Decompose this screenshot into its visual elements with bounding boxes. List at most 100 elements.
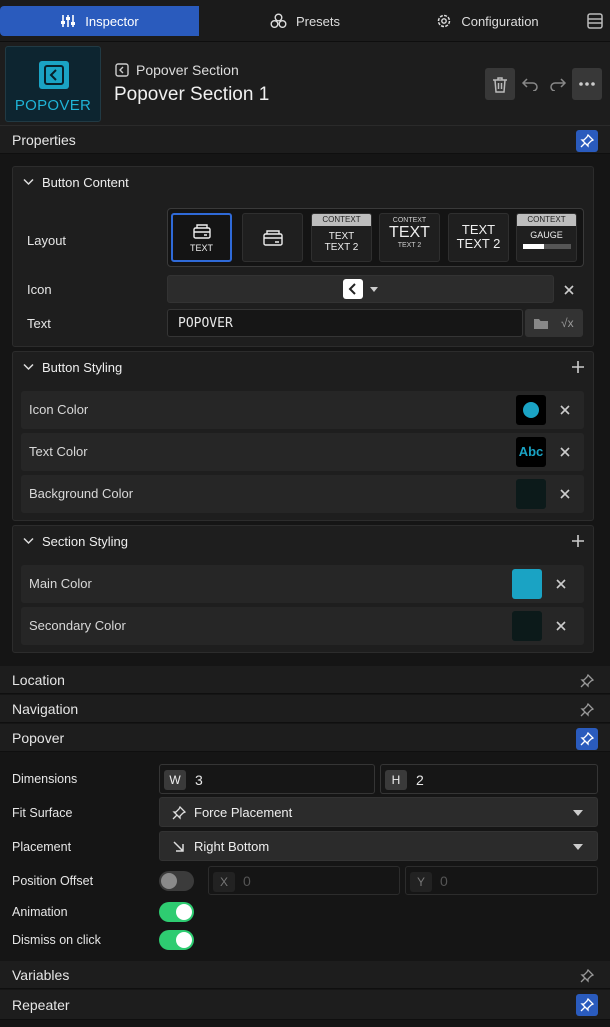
clear-icon[interactable] — [554, 619, 568, 633]
section-properties[interactable]: Properties — [0, 126, 610, 154]
icon-color-swatch[interactable] — [516, 395, 546, 425]
section-title: Popover — [12, 729, 65, 746]
position-offset-toggle[interactable] — [159, 871, 194, 891]
redo-button[interactable] — [543, 68, 573, 100]
section-variables[interactable]: Variables — [0, 961, 610, 989]
section-title: Location — [12, 671, 65, 688]
icon-label: Icon — [27, 282, 52, 297]
pin-button[interactable] — [576, 965, 598, 987]
group-header[interactable]: Button Content — [13, 167, 593, 197]
layout-line1: TEXT — [461, 222, 496, 237]
trash-icon — [493, 76, 507, 93]
section-thumbnail: POPOVER — [5, 46, 101, 122]
section-navigation[interactable]: Navigation — [0, 695, 610, 723]
section-location[interactable]: Location — [0, 666, 610, 694]
layout-option-icon[interactable] — [242, 213, 303, 262]
pin-icon — [580, 703, 594, 717]
pin-icon — [172, 806, 186, 820]
clear-icon[interactable] — [558, 445, 572, 459]
clear-icon[interactable] — [558, 487, 572, 501]
section-title: Popover Section 1 — [114, 84, 270, 105]
height-tag: H — [385, 770, 407, 790]
tab-configuration[interactable]: Configuration — [405, 6, 570, 36]
pin-icon — [580, 969, 594, 983]
pin-icon — [580, 998, 594, 1012]
layout-line2: TEXT 2 — [324, 242, 359, 253]
layout-line1: TEXT — [328, 231, 355, 242]
formula-icon[interactable]: √x — [561, 316, 574, 330]
card-icon — [192, 224, 211, 239]
group-title: Button Styling — [42, 359, 123, 375]
offset-x-placeholder: 0 — [243, 873, 251, 889]
layout-option-icon-text[interactable]: TEXT — [171, 213, 232, 262]
delete-button[interactable] — [485, 68, 515, 100]
color-label: Secondary Color — [29, 618, 126, 633]
height-input[interactable]: H 2 — [380, 764, 598, 794]
panel-menu-icon[interactable] — [586, 12, 604, 30]
placement-value: Right Bottom — [194, 839, 270, 854]
add-icon[interactable] — [571, 534, 585, 548]
sliders-icon — [61, 15, 76, 27]
arrow-down-right-icon — [173, 841, 184, 852]
layout-option-context-text[interactable]: CONTEXT TEXT TEXT 2 — [311, 213, 372, 262]
layout-line1: TEXT — [389, 224, 430, 241]
section-repeater[interactable]: Repeater — [0, 990, 610, 1020]
tab-presets[interactable]: Presets — [205, 6, 405, 36]
group-header[interactable]: Button Styling — [13, 352, 593, 382]
group-section-styling: Section Styling Main Color Secondary Col… — [12, 525, 594, 653]
group-header[interactable]: Section Styling — [13, 526, 593, 556]
pin-button[interactable] — [576, 994, 598, 1016]
layout-option-gauge[interactable]: CONTEXT GAUGE — [516, 213, 577, 262]
text-input[interactable]: POPOVER — [167, 309, 523, 337]
section-popover[interactable]: Popover — [0, 724, 610, 752]
clear-icon-button[interactable] — [562, 283, 576, 297]
clear-icon[interactable] — [554, 577, 568, 591]
secondary-color-swatch[interactable] — [512, 611, 542, 641]
layout-context: CONTEXT — [392, 217, 427, 224]
color-row-secondary: Secondary Color — [21, 607, 584, 645]
group-title: Button Content — [42, 174, 129, 190]
clear-icon[interactable] — [558, 403, 572, 417]
add-icon[interactable] — [571, 360, 585, 374]
pin-button[interactable] — [576, 130, 598, 152]
color-label: Text Color — [29, 444, 88, 459]
fit-surface-select[interactable]: Force Placement — [159, 797, 598, 827]
width-tag: W — [164, 770, 186, 790]
more-icon — [579, 82, 595, 86]
layout-line2: TEXT 2 — [397, 242, 422, 249]
folder-icon[interactable] — [533, 317, 549, 330]
icon-picker[interactable] — [167, 275, 554, 303]
color-row-icon: Icon Color — [21, 391, 584, 429]
top-tab-bar: Inspector Presets Configuration — [0, 0, 610, 42]
background-color-swatch[interactable] — [516, 479, 546, 509]
more-button[interactable] — [572, 68, 602, 100]
width-input[interactable]: W 3 — [159, 764, 375, 794]
pin-button[interactable] — [576, 728, 598, 750]
group-title: Section Styling — [42, 533, 128, 549]
dismiss-toggle[interactable] — [159, 930, 194, 950]
text-tools: √x — [525, 309, 583, 337]
main-color-swatch[interactable] — [512, 569, 542, 599]
pin-icon — [580, 674, 594, 688]
text-input-value: POPOVER — [178, 316, 233, 331]
card-icon — [262, 230, 283, 246]
animation-toggle[interactable] — [159, 902, 194, 922]
offset-x-input[interactable]: X 0 — [208, 866, 400, 895]
width-value: 3 — [195, 772, 203, 788]
thumbnail-label: POPOVER — [14, 97, 92, 114]
placement-label: Placement — [12, 840, 72, 854]
pin-button[interactable] — [576, 699, 598, 721]
popover-glyph-icon — [343, 279, 363, 299]
offset-y-input[interactable]: Y 0 — [405, 866, 598, 895]
pin-icon — [580, 732, 594, 746]
animation-label: Animation — [12, 905, 68, 919]
layout-option-context-bigtext[interactable]: CONTEXT TEXT TEXT 2 — [379, 213, 440, 262]
tab-inspector[interactable]: Inspector — [0, 6, 199, 36]
tab-label: Presets — [295, 13, 341, 29]
placement-select[interactable]: Right Bottom — [159, 831, 598, 861]
text-color-swatch[interactable]: Abc — [516, 437, 546, 467]
pin-button[interactable] — [576, 670, 598, 692]
undo-button[interactable] — [515, 68, 545, 100]
layout-option-two-lines[interactable]: TEXT TEXT 2 — [448, 213, 509, 262]
chevron-down-icon — [23, 363, 34, 371]
